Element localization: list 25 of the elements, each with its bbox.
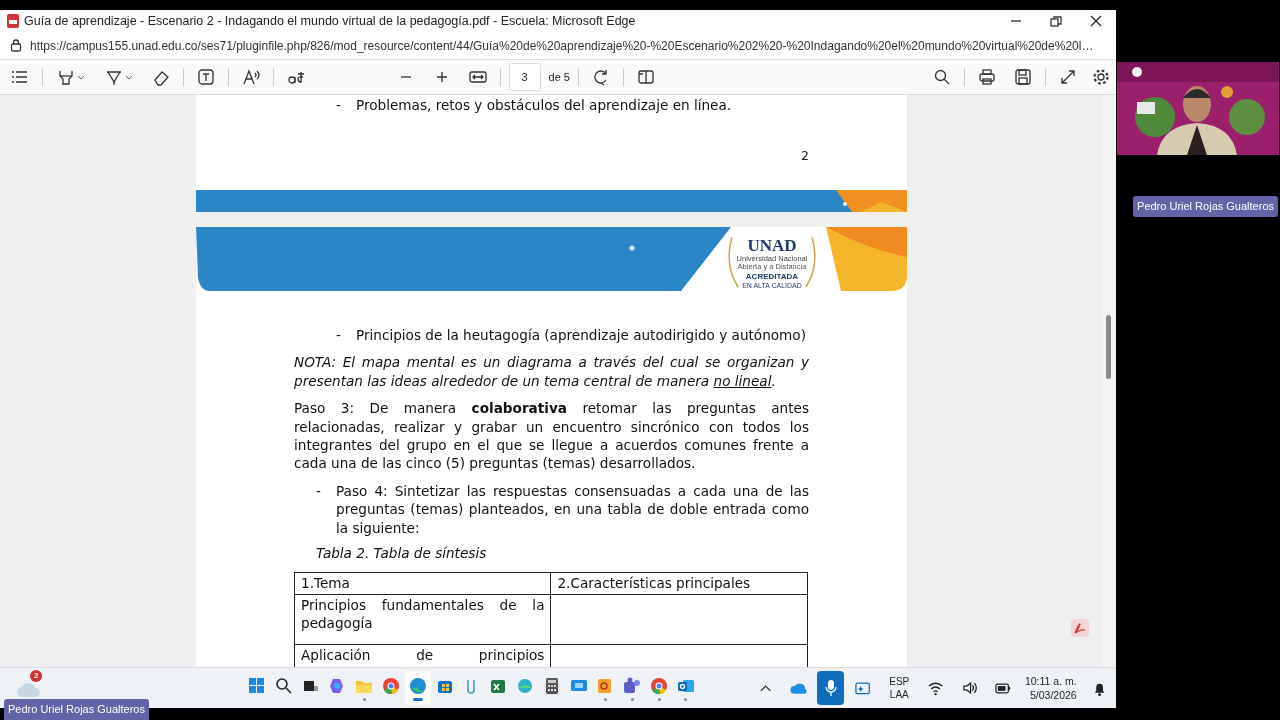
language-indicator[interactable]: LAA	[889, 688, 909, 701]
window-title: Guía de aprendizaje - Escenario 2 - Indagando el mundo virtual de la pedagogía.pdf - Escuela: Microsoft Edge	[24, 12, 637, 30]
language-indicator[interactable]: ESP	[889, 675, 910, 688]
logo-wordmark: UNAD	[747, 236, 797, 255]
seal-title: ACREDITADA	[745, 272, 799, 281]
list-item-text: Problemas, retos y obstáculos del aprendizaje en línea.	[356, 96, 733, 115]
list-item-text: Principios de la heutagogía (aprendizaje autodirigido y autónomo)	[356, 326, 807, 345]
bullet-dash: -	[316, 481, 322, 501]
bullet-dash: -	[336, 96, 342, 115]
table-cell: Principios fundamentales de la pedagogía	[294, 594, 551, 645]
page-count: de 5	[548, 69, 570, 85]
page-number-field[interactable]: 3	[508, 63, 541, 91]
column-header: 1.Tema	[294, 572, 551, 595]
clock-time[interactable]: 10:11 a. m.	[1024, 674, 1077, 688]
presenter-name: Pedro Uriel Rojas Gualteros	[4, 699, 149, 720]
column-header: 2.Características principales	[550, 572, 808, 595]
participant-name: Pedro Uriel Rojas Gualteros	[1133, 196, 1278, 217]
table-caption: Tabla 2. Tabla de síntesis	[316, 544, 488, 563]
bullet-dash: -	[336, 326, 342, 345]
paragraph-text: Paso 3: De manera colaborativa retomar las preguntas antes relacionadas, realizar y grabar un encuentro sincrónico con todos los integrantes del grupo en el que se llegue a acuerdos comunes frente a cada una de las cinco (5) preguntas (temas) desarrollados.	[294, 399, 809, 473]
list-item-text: Paso 4: Sintetizar las respuestas consensuadas a cada una de las preguntas (temas) planteados, en una tabla de doble entrada como la siguiente:	[336, 481, 809, 538]
note-text: NOTA: El mapa mental es un diagrama a través del cual se organizan y presentan las ideas alrededor de un tema central de manera no lineal.	[294, 353, 809, 391]
clock-date[interactable]: 5/03/2026	[1029, 688, 1077, 702]
notification-badge: 2	[30, 670, 43, 682]
page-number: 2	[800, 148, 809, 166]
